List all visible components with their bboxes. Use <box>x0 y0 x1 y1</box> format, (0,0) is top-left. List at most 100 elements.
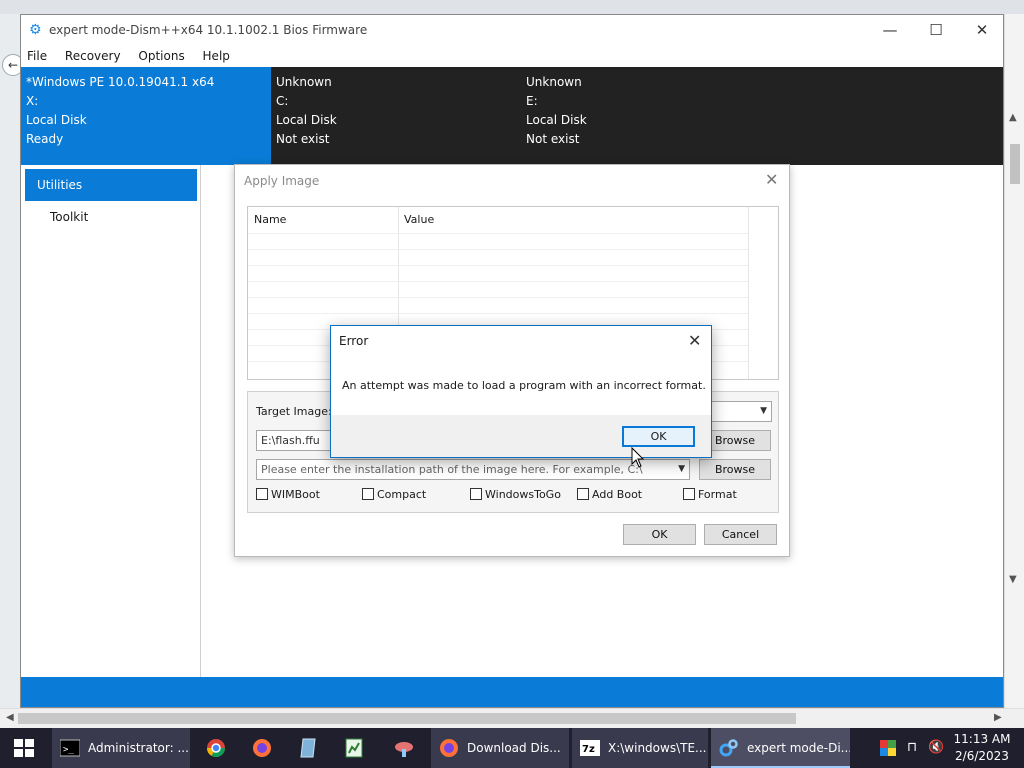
error-close-icon[interactable]: ✕ <box>688 331 701 350</box>
start-button[interactable] <box>0 728 48 768</box>
drive-status: Ready <box>26 132 64 146</box>
apply-ok-button[interactable]: OK <box>623 524 696 545</box>
windows-logo-icon <box>14 739 34 757</box>
error-dialog: Error ✕ An attempt was made to load a pr… <box>330 325 712 458</box>
taskbar-tool[interactable] <box>381 728 427 768</box>
chrome-icon <box>207 739 225 758</box>
sidebar-item-utilities[interactable]: Utilities <box>25 169 197 201</box>
drive-name: *Windows PE 10.0.19041.1 x64 <box>26 75 215 89</box>
menu-recovery[interactable]: Recovery <box>65 45 121 67</box>
scroll-right-icon[interactable]: ▶ <box>994 712 1002 723</box>
taskbar-item-dism[interactable]: expert mode-Di... <box>711 728 850 768</box>
background-browser-tabstrip <box>0 0 1024 14</box>
checkbox-label: Compact <box>377 488 427 501</box>
taskbar-item-firefox-download[interactable]: Download Dis... <box>431 728 569 768</box>
menu-file[interactable]: File <box>27 45 47 67</box>
command-prompt-icon: >_ <box>60 739 80 757</box>
menu-bar: File Recovery Options Help <box>21 45 1003 67</box>
wimboot-checkbox[interactable]: WIMBoot <box>256 488 320 501</box>
window-title: expert mode-Dism++x64 10.1.1002.1 Bios F… <box>49 23 368 37</box>
install-path-field[interactable]: Please enter the installation path of th… <box>256 459 690 480</box>
checkbox-box[interactable] <box>256 488 268 500</box>
taskbar-item-label: X:\windows\TE... <box>608 741 707 755</box>
scroll-up-icon[interactable]: ▲ <box>1009 112 1017 123</box>
color-tray-icon[interactable] <box>880 728 896 768</box>
taskbar-clock[interactable]: 11:13 AM 2/6/2023 <box>950 731 1014 765</box>
firefox-icon <box>440 739 458 757</box>
svg-text:7z: 7z <box>582 744 595 755</box>
error-message: An attempt was made to load a program wi… <box>342 379 706 392</box>
target-image-label: Target Image: <box>256 405 332 418</box>
status-bar <box>21 677 1003 707</box>
drive-status: Not exist <box>276 132 330 146</box>
taskbar-firefox[interactable] <box>239 728 285 768</box>
error-dialog-footer: OK <box>331 415 711 457</box>
minimize-button[interactable]: — <box>867 15 913 45</box>
drive-letter: E: <box>526 94 538 108</box>
apply-dialog-close-icon[interactable]: ✕ <box>765 170 778 189</box>
scroll-down-icon[interactable]: ▼ <box>1009 574 1017 585</box>
drive-name: Unknown <box>276 75 332 89</box>
column-separator <box>748 207 749 379</box>
clock-date: 2/6/2023 <box>955 749 1009 763</box>
mouse-cursor-icon <box>631 447 645 468</box>
checkbox-label: Add Boot <box>592 488 643 501</box>
firefox-icon <box>253 739 271 757</box>
apply-cancel-button[interactable]: Cancel <box>704 524 777 545</box>
drive-tile-e[interactable]: Unknown E: Local Disk Not exist <box>521 67 771 165</box>
compact-checkbox[interactable]: Compact <box>362 488 426 501</box>
drive-name: Unknown <box>526 75 582 89</box>
scroll-left-icon[interactable]: ◀ <box>6 712 14 723</box>
taskbar-item-cmd[interactable]: >_ Administrator: ... <box>52 728 190 768</box>
horizontal-scrollbar-thumb[interactable] <box>18 713 796 724</box>
maximize-button[interactable]: ☐ <box>913 15 959 45</box>
add-boot-checkbox[interactable]: Add Boot <box>577 488 642 501</box>
windowstogo-checkbox[interactable]: WindowsToGo <box>470 488 561 501</box>
menu-options[interactable]: Options <box>138 45 184 67</box>
error-dialog-titlebar[interactable]: Error ✕ <box>331 326 711 356</box>
column-header-name[interactable]: Name <box>248 207 398 233</box>
menu-help[interactable]: Help <box>203 45 230 67</box>
taskbar-chrome[interactable] <box>193 728 239 768</box>
error-ok-button[interactable]: OK <box>622 426 695 447</box>
checkbox-label: Format <box>698 488 737 501</box>
apply-dialog-title: Apply Image <box>244 174 320 188</box>
checkbox-label: WIMBoot <box>271 488 320 501</box>
checkbox-box[interactable] <box>683 488 695 500</box>
7zip-icon: 7z <box>580 740 600 756</box>
chevron-down-icon: ▼ <box>678 464 685 474</box>
drive-letter: X: <box>26 94 39 108</box>
gears-icon: ⚙ <box>29 22 42 38</box>
column-header-value[interactable]: Value <box>398 207 748 233</box>
drive-letter: C: <box>276 94 289 108</box>
browse-install-button[interactable]: Browse <box>699 459 771 480</box>
checkbox-box[interactable] <box>470 488 482 500</box>
close-button[interactable]: ✕ <box>959 15 1005 45</box>
taskbar-item-label: Administrator: ... <box>88 741 189 755</box>
background-browser-scrollbar[interactable]: ▲ ▼ <box>1004 14 1024 708</box>
usb-device-icon[interactable]: ⊓ <box>907 728 917 768</box>
window-titlebar[interactable]: ⚙ expert mode-Dism++x64 10.1.1002.1 Bios… <box>21 15 1003 45</box>
taskbar-spreadsheet[interactable] <box>331 728 377 768</box>
spreadsheet-icon <box>345 738 363 758</box>
chevron-down-icon: ▼ <box>760 406 767 416</box>
taskbar-item-7zip[interactable]: 7z X:\windows\TE... <box>572 728 708 768</box>
taskbar-notes[interactable] <box>285 728 331 768</box>
speaker-muted-icon[interactable]: 🔇 <box>928 728 944 768</box>
table-row <box>248 313 748 314</box>
drive-tile-x[interactable]: *Windows PE 10.0.19041.1 x64 X: Local Di… <box>21 67 271 165</box>
table-row <box>248 265 748 266</box>
tool-icon <box>395 742 413 757</box>
format-checkbox[interactable]: Format <box>683 488 737 501</box>
drive-type: Local Disk <box>526 113 587 127</box>
clock-time: 11:13 AM <box>953 732 1011 746</box>
table-row <box>248 233 748 234</box>
table-row <box>248 297 748 298</box>
drive-tile-c[interactable]: Unknown C: Local Disk Not exist <box>271 67 521 165</box>
install-path-placeholder: Please enter the installation path of th… <box>261 463 643 476</box>
horizontal-scrollbar[interactable]: ◀ ▶ <box>0 708 1024 728</box>
scrollbar-thumb[interactable] <box>1010 144 1020 184</box>
checkbox-box[interactable] <box>362 488 374 500</box>
checkbox-box[interactable] <box>577 488 589 500</box>
sidebar-item-toolkit[interactable]: Toolkit <box>25 201 197 233</box>
